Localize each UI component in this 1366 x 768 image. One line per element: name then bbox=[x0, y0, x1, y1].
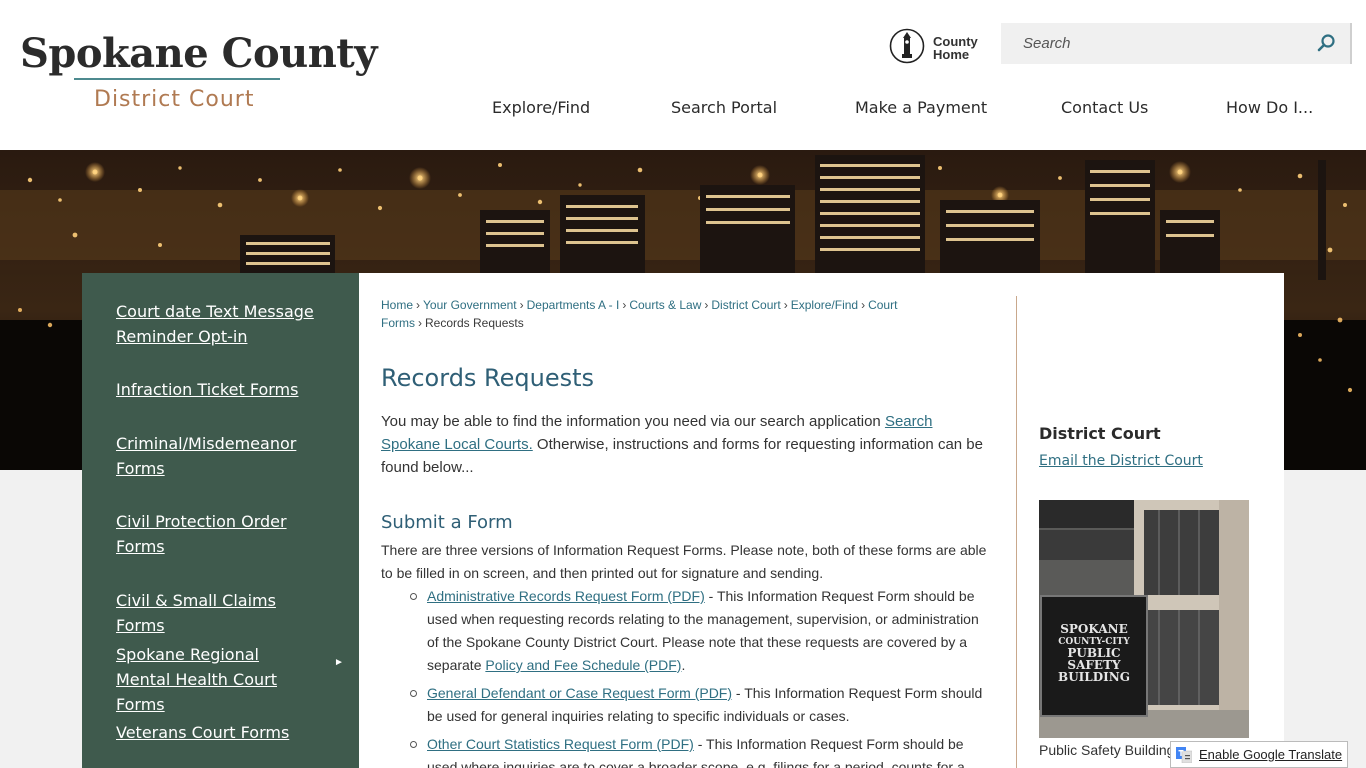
court-statistics-form-link[interactable]: Other Court Statistics Request Form (PDF… bbox=[427, 736, 694, 752]
breadcrumb-separator: › bbox=[416, 298, 421, 312]
sidebar-item-mental-health-court[interactable]: Spokane Regional Mental Health Court For… bbox=[116, 642, 316, 717]
right-column: District Court Email the District Court … bbox=[1039, 424, 1269, 768]
intro-prefix: You may be able to find the information … bbox=[381, 413, 885, 430]
nav-make-a-payment[interactable]: Make a Payment bbox=[855, 98, 987, 117]
page-title: Records Requests bbox=[381, 364, 595, 392]
breadcrumb-current: Records Requests bbox=[425, 316, 524, 330]
county-home-link[interactable]: County Home bbox=[889, 28, 979, 68]
breadcrumb-separator: › bbox=[861, 298, 866, 312]
breadcrumb-separator: › bbox=[704, 298, 709, 312]
site-header: Spokane County District Court County Hom… bbox=[0, 0, 1366, 150]
search-input[interactable] bbox=[1001, 23, 1313, 64]
breadcrumb-your-government[interactable]: Your Government bbox=[423, 298, 517, 312]
translate-label: Enable Google Translate bbox=[1199, 747, 1343, 762]
sign-line-1: SPOKANE bbox=[1060, 622, 1128, 636]
nav-how-do-i[interactable]: How Do I... bbox=[1226, 98, 1313, 117]
intro-text: You may be able to find the information … bbox=[381, 410, 989, 479]
county-home-label: County Home bbox=[933, 34, 978, 62]
main-nav: Explore/Find Search Portal Make a Paymen… bbox=[450, 98, 1366, 126]
breadcrumb-separator: › bbox=[783, 298, 788, 312]
sidebar-item-criminal-forms[interactable]: Criminal/Misdemeanor Forms bbox=[116, 431, 316, 481]
list-item-text: . bbox=[681, 657, 686, 673]
list-item: General Defendant or Case Request Form (… bbox=[381, 682, 987, 728]
district-court-heading: District Court bbox=[1039, 424, 1161, 443]
policy-fee-schedule-link[interactable]: Policy and Fee Schedule (PDF) bbox=[485, 657, 681, 673]
nav-search-portal[interactable]: Search Portal bbox=[671, 98, 777, 117]
main-content: Home › Your Government › Departments A - I › C… bbox=[381, 296, 991, 768]
list-item: Other Court Statistics Request Form (PDF… bbox=[381, 733, 987, 768]
general-defendant-form-link[interactable]: General Defendant or Case Request Form (… bbox=[427, 685, 732, 701]
section-title: Submit a Form bbox=[381, 512, 513, 533]
sidebar-item-text-reminder[interactable]: Court date Text Message Reminder Opt-in bbox=[116, 299, 316, 349]
breadcrumb-home[interactable]: Home bbox=[381, 298, 413, 312]
breadcrumb-courts-law[interactable]: Courts & Law bbox=[629, 298, 701, 312]
breadcrumb-explore-find[interactable]: Explore/Find bbox=[791, 298, 858, 312]
sidebar-item-civil-small-claims[interactable]: Civil & Small Claims Forms bbox=[116, 588, 316, 638]
form-list: Administrative Records Request Form (PDF… bbox=[381, 585, 987, 768]
list-item: Administrative Records Request Form (PDF… bbox=[381, 585, 987, 677]
logo-title: Spokane County bbox=[20, 30, 378, 77]
sidebar-nav: Court date Text Message Reminder Opt-in … bbox=[82, 273, 359, 768]
logo-subtitle: District Court bbox=[94, 87, 255, 112]
logo-divider bbox=[74, 78, 280, 80]
google-translate-button[interactable]: Enable Google Translate bbox=[1170, 741, 1348, 768]
nav-contact-us[interactable]: Contact Us bbox=[1061, 98, 1148, 117]
breadcrumb: Home › Your Government › Departments A - I › C… bbox=[381, 296, 921, 332]
search-icon[interactable] bbox=[1316, 32, 1338, 54]
clock-tower-icon bbox=[889, 28, 925, 64]
breadcrumb-separator: › bbox=[418, 316, 422, 330]
nav-explore-find[interactable]: Explore/Find bbox=[492, 98, 590, 117]
google-translate-icon bbox=[1176, 747, 1192, 763]
sign-line-5: BUILDING bbox=[1058, 670, 1130, 684]
breadcrumb-separator: › bbox=[622, 298, 627, 312]
breadcrumb-district-court[interactable]: District Court bbox=[711, 298, 780, 312]
sidebar-item-veterans-court[interactable]: Veterans Court Forms bbox=[116, 720, 316, 745]
email-district-court-link[interactable]: Email the District Court bbox=[1039, 453, 1203, 469]
site-logo[interactable]: Spokane County District Court bbox=[20, 30, 378, 120]
admin-records-form-link[interactable]: Administrative Records Request Form (PDF… bbox=[427, 588, 705, 604]
sidebar-item-infraction-forms[interactable]: Infraction Ticket Forms bbox=[116, 377, 316, 402]
building-image: SPOKANE COUNTY-CITY PUBLIC SAFETY BUILDI… bbox=[1039, 500, 1249, 738]
breadcrumb-separator: › bbox=[519, 298, 524, 312]
photo-caption: Public Safety Building bbox=[1039, 742, 1175, 758]
section-text: There are three versions of Information … bbox=[381, 542, 987, 581]
submenu-arrow-icon[interactable]: ► bbox=[334, 657, 344, 668]
search-box bbox=[1001, 23, 1352, 64]
breadcrumb-departments[interactable]: Departments A - I bbox=[527, 298, 620, 312]
public-safety-building-photo: SPOKANE COUNTY-CITY PUBLIC SAFETY BUILDI… bbox=[1039, 500, 1249, 738]
sidebar-item-protection-order-forms[interactable]: Civil Protection Order Forms bbox=[116, 509, 316, 559]
column-divider bbox=[1016, 296, 1017, 768]
